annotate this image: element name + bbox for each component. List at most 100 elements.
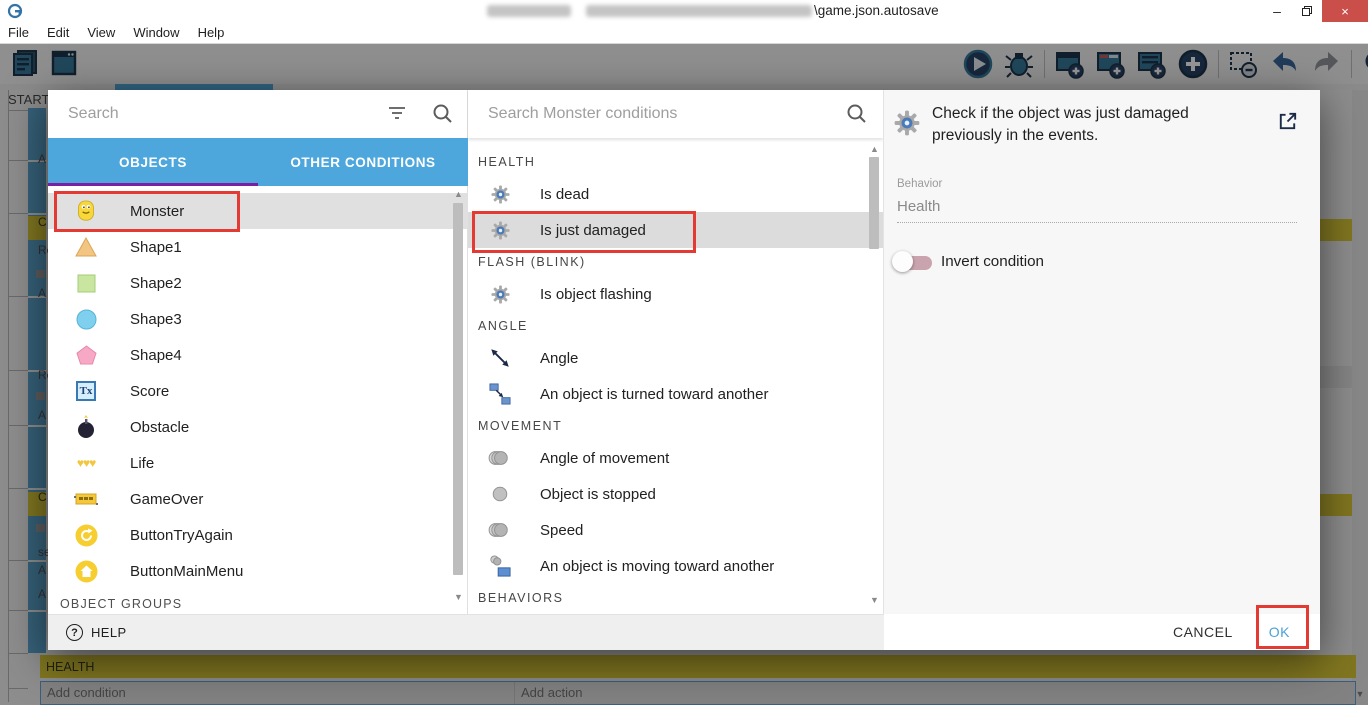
object-groups-header: OBJECT GROUPS (60, 597, 183, 611)
turned-toward-icon (488, 383, 512, 405)
condition-row-moving-toward[interactable]: An object is moving toward another (468, 548, 883, 584)
object-label: GameOver (130, 490, 204, 508)
field-underline (897, 222, 1297, 223)
text-object-icon: Tx (74, 381, 98, 401)
footer-help-area: ? HELP (48, 614, 884, 650)
scroll-up-icon[interactable]: ▲ (452, 190, 465, 199)
condition-search-input[interactable] (488, 100, 808, 128)
object-label: Shape2 (130, 274, 182, 292)
title-bar: \game.json.autosave – × (0, 0, 1368, 22)
menu-edit[interactable]: Edit (47, 25, 69, 40)
section-header-behaviors: BEHAVIORS (478, 591, 564, 605)
scrollbar-thumb[interactable] (453, 203, 463, 575)
square-icon (74, 274, 98, 293)
object-label: ButtonTryAgain (130, 526, 233, 544)
behavior-gear-icon (488, 284, 512, 304)
monster-icon (74, 198, 98, 224)
moving-toward-icon (488, 554, 512, 578)
object-label: ButtonMainMenu (130, 562, 244, 580)
condition-search-bar (468, 90, 883, 138)
banner-icon (74, 491, 98, 507)
tab-other-conditions-label: OTHER CONDITIONS (290, 154, 436, 170)
object-label: Score (130, 382, 170, 400)
object-row-shape1[interactable]: Shape1 (48, 229, 468, 265)
condition-editor-dialog: OBJECTS OTHER CONDITIONS Monster (48, 90, 1320, 650)
bomb-icon (74, 415, 98, 439)
angle-arrow-icon (488, 347, 512, 369)
condition-row-is-just-damaged[interactable]: Is just damaged (468, 212, 883, 248)
close-button[interactable]: × (1322, 0, 1368, 22)
object-row-monster[interactable]: Monster (48, 193, 468, 229)
condition-row-is-dead[interactable]: Is dead (468, 176, 883, 212)
minimize-button[interactable]: – (1262, 0, 1292, 22)
condition-row-turned-toward[interactable]: An object is turned toward another (468, 376, 883, 412)
condition-row-object-is-stopped[interactable]: Object is stopped (468, 476, 883, 512)
behavior-gear-icon (894, 110, 920, 141)
dialog-footer: ? HELP CANCEL OK (48, 614, 1320, 650)
ok-button[interactable]: OK (1269, 624, 1290, 640)
search-icon[interactable] (432, 103, 454, 125)
menu-file[interactable]: File (8, 25, 29, 40)
window-title: \game.json.autosave (814, 3, 939, 18)
stopped-circle-icon (488, 484, 512, 504)
scroll-down-icon[interactable]: ▼ (452, 593, 465, 602)
condition-detail-panel: Check if the object was just damaged pre… (884, 90, 1320, 614)
menu-view[interactable]: View (87, 25, 115, 40)
help-button[interactable]: HELP (91, 625, 127, 640)
tab-other-conditions[interactable]: OTHER CONDITIONS (258, 138, 468, 186)
menu-help[interactable]: Help (198, 25, 225, 40)
object-row-shape2[interactable]: Shape2 (48, 265, 468, 301)
tab-objects[interactable]: OBJECTS (48, 138, 258, 186)
motion-circles-icon (488, 520, 512, 540)
condition-panel: HEALTH Is dead Is just damaged FLASH (BL… (468, 90, 884, 614)
object-row-life[interactable]: ♥♥♥ Life (48, 445, 468, 481)
condition-description: Check if the object was just damaged pre… (932, 105, 1189, 145)
section-header-health: HEALTH (478, 155, 536, 169)
triangle-icon (74, 237, 98, 257)
open-in-new-icon[interactable] (1276, 110, 1299, 138)
object-row-buttonmainmenu[interactable]: ButtonMainMenu (48, 553, 468, 589)
condition-row-speed[interactable]: Speed (468, 512, 883, 548)
object-row-obstacle[interactable]: Obstacle (48, 409, 468, 445)
object-row-buttontryagain[interactable]: ButtonTryAgain (48, 517, 468, 553)
object-row-gameover[interactable]: GameOver (48, 481, 468, 517)
tab-objects-label: OBJECTS (119, 154, 187, 170)
filter-icon[interactable] (388, 106, 406, 120)
object-search-input[interactable] (68, 100, 358, 128)
invert-condition-label: Invert condition (941, 253, 1044, 270)
object-row-score[interactable]: Tx Score (48, 373, 468, 409)
app-window: \game.json.autosave – × File Edit View W… (0, 0, 1368, 705)
object-list-scrollbar[interactable]: ▲ ▼ (452, 190, 465, 602)
object-list: Monster Shape1 Shape2 Shape3 Shape4 Tx S… (48, 186, 468, 614)
toggle-knob[interactable] (892, 251, 913, 272)
condition-label: Speed (540, 521, 584, 539)
scroll-down-icon[interactable]: ▼ (868, 596, 881, 605)
menu-window[interactable]: Window (133, 25, 179, 40)
condition-label: Angle of movement (540, 449, 670, 467)
object-label: Life (130, 454, 155, 472)
condition-row-is-object-flashing[interactable]: Is object flashing (468, 276, 883, 312)
title-blurred-segment (586, 5, 812, 17)
condition-list-scrollbar[interactable]: ▲ ▼ (868, 145, 881, 605)
behavior-field-value[interactable]: Health (897, 198, 940, 215)
motion-circles-icon (488, 448, 512, 468)
condition-label: An object is turned toward another (540, 385, 769, 403)
object-label: Monster (130, 202, 185, 220)
home-button-icon (74, 560, 98, 583)
object-row-shape3[interactable]: Shape3 (48, 301, 468, 337)
condition-list: HEALTH Is dead Is just damaged FLASH (BL… (468, 138, 883, 614)
search-icon[interactable] (846, 103, 868, 125)
scrollbar-thumb[interactable] (869, 157, 879, 249)
restore-button[interactable] (1292, 0, 1322, 22)
object-panel: OBJECTS OTHER CONDITIONS Monster (48, 90, 468, 614)
condition-label: Is just damaged (540, 221, 646, 239)
condition-row-angle[interactable]: Angle (468, 340, 883, 376)
behavior-gear-icon (488, 220, 512, 240)
scroll-up-icon[interactable]: ▲ (868, 145, 881, 154)
cancel-button[interactable]: CANCEL (1173, 624, 1233, 640)
menu-bar: File Edit View Window Help (0, 22, 1368, 44)
object-label: Obstacle (130, 418, 190, 436)
object-label: Shape3 (130, 310, 182, 328)
object-row-shape4[interactable]: Shape4 (48, 337, 468, 373)
condition-row-angle-of-movement[interactable]: Angle of movement (468, 440, 883, 476)
